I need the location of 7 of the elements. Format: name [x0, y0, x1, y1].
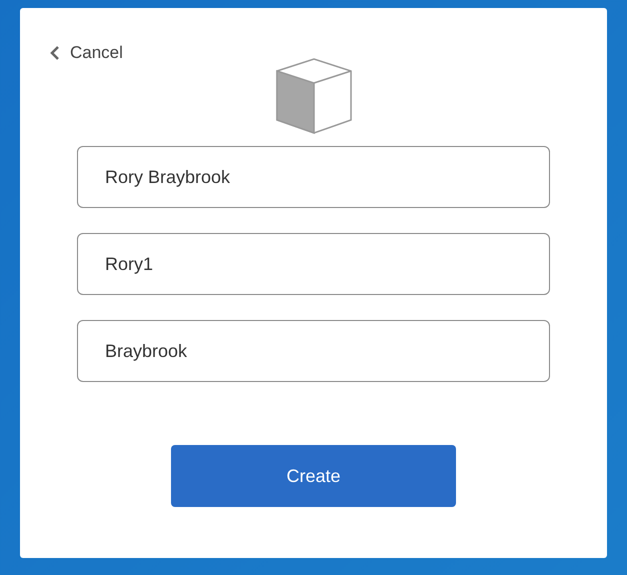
text-field[interactable]: Rory Braybrook — [77, 146, 550, 208]
chevron-left-icon — [50, 44, 60, 61]
cancel-button[interactable]: Cancel — [50, 40, 123, 66]
create-button[interactable]: Create — [171, 445, 456, 507]
text-field[interactable]: Rory1 — [77, 233, 550, 295]
cube-icon — [276, 58, 352, 134]
text-field[interactable]: Braybrook — [77, 320, 550, 382]
